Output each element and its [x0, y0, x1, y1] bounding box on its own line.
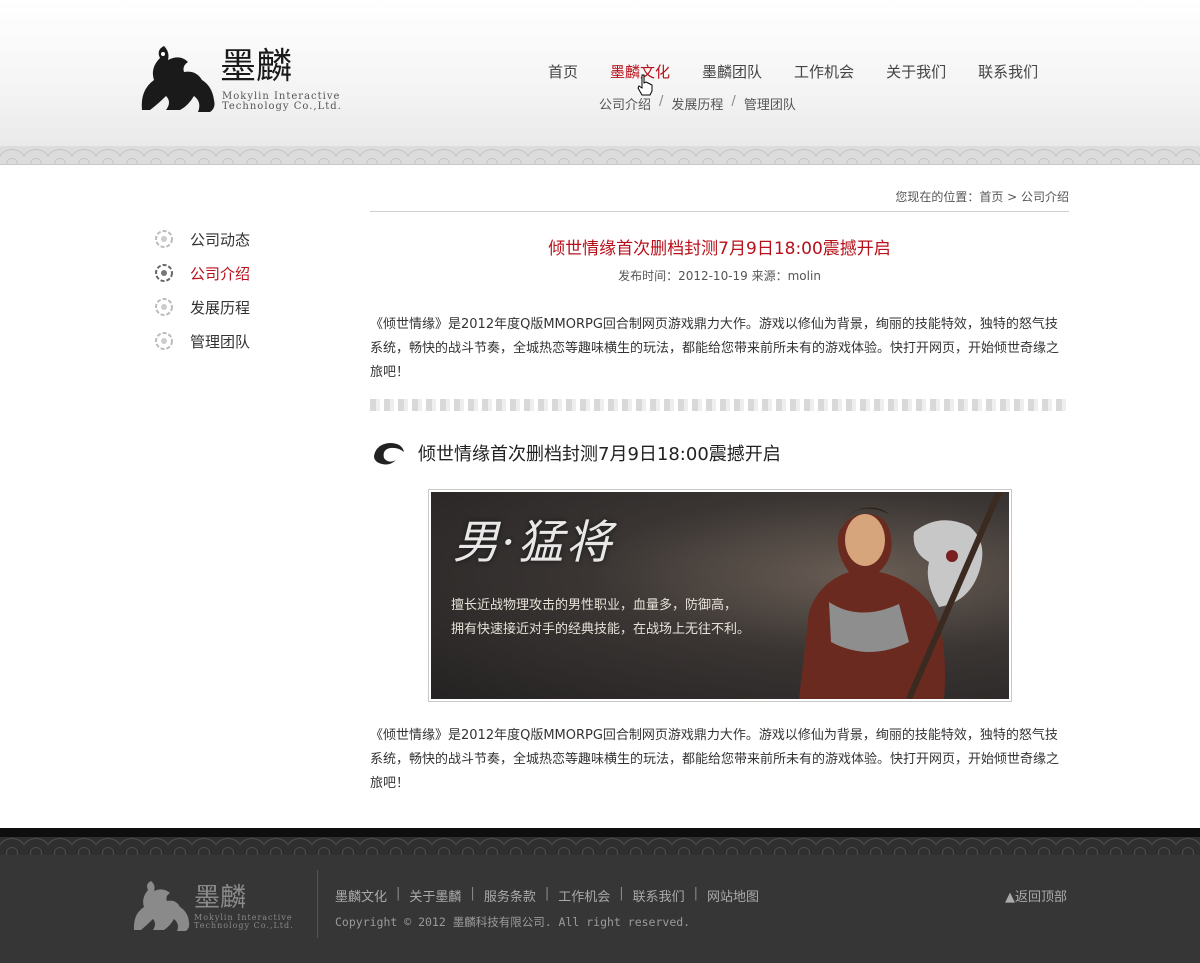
footer-link-separator: | — [619, 886, 624, 901]
logo-english-text: Mokylin Interactive Technology Co.,Ltd. — [222, 91, 342, 112]
footer-logo[interactable]: 墨麟 Mokylin Interactive Technology Co.,Lt… — [130, 876, 300, 934]
sidebar: 公司动态 公司介绍 发展历程 管理团队 — [153, 222, 250, 358]
subnav-management[interactable]: 管理团队 — [744, 94, 796, 113]
nav-about[interactable]: 关于我们 — [886, 62, 946, 82]
banner-description-line: 拥有快速接近对手的经典技能，在战场上无往不利。 — [451, 622, 751, 637]
cloud-swirl-icon — [155, 264, 173, 282]
footer-link-culture[interactable]: 墨麟文化 — [335, 886, 387, 905]
game-banner-image: 男·猛将 擅长近战物理攻击的男性职业，血量多，防御高， 拥有快速接近对手的经典技… — [428, 489, 1012, 702]
footer-link-separator: | — [544, 886, 550, 901]
sidebar-item-label: 公司动态 — [190, 230, 251, 249]
back-to-top-link[interactable]: ▲返回顶部 — [1005, 886, 1067, 905]
footer-link-separator: | — [396, 886, 401, 901]
article-paragraph: 《倾世情缘》是2012年度Q版MMORPG回合制网页游戏鼎力大作。游戏以修仙为背… — [370, 728, 1060, 791]
sub-nav: 公司介绍 / 发展历程 / 管理团队 — [599, 94, 796, 113]
sidebar-item-history[interactable]: 发展历程 — [153, 290, 250, 324]
footer-link-terms[interactable]: 服务条款 — [484, 886, 536, 905]
cloud-swirl-icon — [155, 230, 173, 248]
site-footer: 墨麟 Mokylin Interactive Technology Co.,Lt… — [0, 828, 1200, 963]
nav-team[interactable]: 墨麟团队 — [702, 62, 762, 82]
footer-link-sitemap[interactable]: 网站地图 — [707, 886, 759, 905]
section-heading-text: 倾世情缘首次删档封测7月9日18:00震撼开启 — [418, 444, 781, 465]
sidebar-item-management[interactable]: 管理团队 — [153, 324, 250, 358]
copyright-text: Copyright © 2012 墨麟科技有限公司. All right res… — [335, 915, 691, 929]
banner-description-line: 擅长近战物理攻击的男性职业，血量多，防御高， — [451, 598, 738, 613]
article-paragraph: 《倾世情缘》是2012年度Q版MMORPG回合制网页游戏鼎力大作。游戏以修仙为背… — [370, 317, 1060, 380]
cloud-swirl-icon — [155, 298, 173, 316]
footer-logo-english-text: Mokylin Interactive Technology Co.,Ltd. — [194, 913, 294, 930]
header-pattern-border — [0, 146, 1200, 165]
article-meta: 发布时间：2012-10-19 来源：molin — [618, 269, 821, 283]
footer-pattern-border — [0, 837, 1200, 855]
footer-link-separator: | — [470, 886, 475, 901]
sidebar-item-news[interactable]: 公司动态 — [153, 222, 250, 256]
cloud-swirl-icon — [155, 332, 173, 350]
svg-text:墨麟: 墨麟 — [220, 46, 292, 87]
footer-link-about[interactable]: 关于墨麟 — [409, 886, 461, 905]
hand-cursor-icon — [637, 74, 653, 96]
footer-link-separator: | — [693, 886, 699, 901]
footer-top-bar — [0, 828, 1200, 837]
footer-divider — [317, 870, 318, 938]
nav-contact[interactable]: 联系我们 — [978, 62, 1038, 82]
subnav-separator: / — [731, 94, 736, 109]
banner-title: 男·猛将 — [453, 515, 614, 569]
nav-jobs[interactable]: 工作机会 — [794, 62, 854, 82]
article-title: 倾世情缘首次删档封测7月9日18:00震撼开启 — [548, 239, 891, 259]
site-header: 墨麟 Mokylin Interactive Technology Co.,Lt… — [0, 0, 1200, 165]
footer-link-contact[interactable]: 联系我们 — [633, 886, 685, 905]
footer-links: 墨麟文化 | 关于墨麟 | 服务条款 | 工作机会 | 联系我们 | 网站地图 — [335, 886, 759, 905]
subnav-separator: / — [659, 94, 664, 109]
svg-text:墨麟: 墨麟 — [194, 883, 246, 913]
section-heading: 倾世情缘首次删档封测7月9日18:00震撼开启 — [370, 438, 781, 468]
main-nav: 首页 墨麟文化 墨麟团队 工作机会 关于我们 联系我们 — [548, 62, 1038, 82]
banner-background: 男·猛将 擅长近战物理攻击的男性职业，血量多，防御高， 拥有快速接近对手的经典技… — [431, 492, 1009, 699]
warrior-character-art — [799, 492, 1002, 699]
sidebar-item-label: 管理团队 — [190, 332, 251, 351]
subnav-intro[interactable]: 公司介绍 — [599, 94, 651, 113]
ink-dragon-icon — [374, 443, 404, 465]
sidebar-item-intro[interactable]: 公司介绍 — [153, 256, 250, 290]
subnav-history[interactable]: 发展历程 — [671, 94, 723, 113]
company-logo[interactable]: 墨麟 Mokylin Interactive Technology Co.,Lt… — [136, 40, 361, 116]
decorative-divider — [370, 399, 1070, 411]
footer-link-jobs[interactable]: 工作机会 — [558, 886, 610, 905]
nav-home[interactable]: 首页 — [548, 62, 578, 82]
breadcrumb: 您现在的位置：首页 > 公司介绍 — [370, 188, 1069, 212]
sidebar-item-label: 公司介绍 — [190, 264, 251, 283]
sidebar-item-label: 发展历程 — [190, 298, 251, 317]
